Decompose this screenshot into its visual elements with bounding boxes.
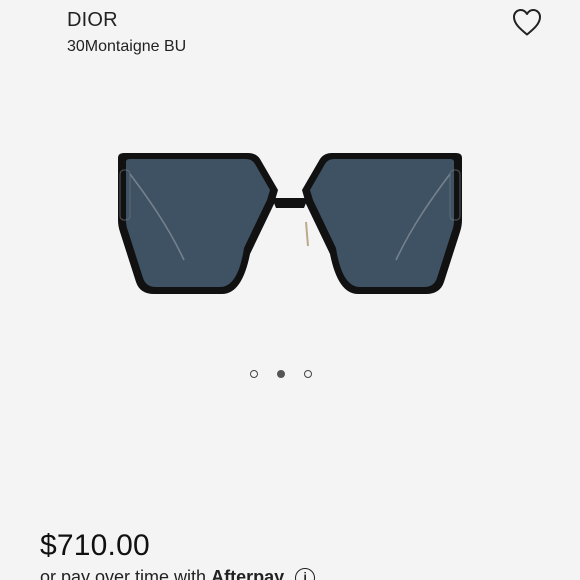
sunglasses-image: [118, 153, 462, 294]
image-carousel-indicator: [250, 367, 312, 381]
product-image[interactable]: [110, 142, 470, 304]
product-price: $710.00: [40, 529, 150, 562]
afterpay-brand: Afterpay: [211, 567, 285, 580]
product-model: 30Montaigne BU: [67, 38, 187, 55]
afterpay-message: or pay over time with Afterpay i: [40, 567, 316, 580]
afterpay-prefix: or pay over time with: [40, 567, 207, 580]
carousel-dot[interactable]: [250, 370, 258, 378]
product-page: DIOR 30Montaigne BU $710.00 or pay over …: [0, 0, 580, 580]
favorite-button[interactable]: [510, 6, 544, 38]
info-icon[interactable]: i: [295, 568, 316, 580]
carousel-dot-active[interactable]: [277, 370, 285, 378]
brand-name: DIOR: [67, 9, 118, 31]
heart-outline-icon: [513, 9, 541, 36]
carousel-dot[interactable]: [304, 370, 312, 378]
